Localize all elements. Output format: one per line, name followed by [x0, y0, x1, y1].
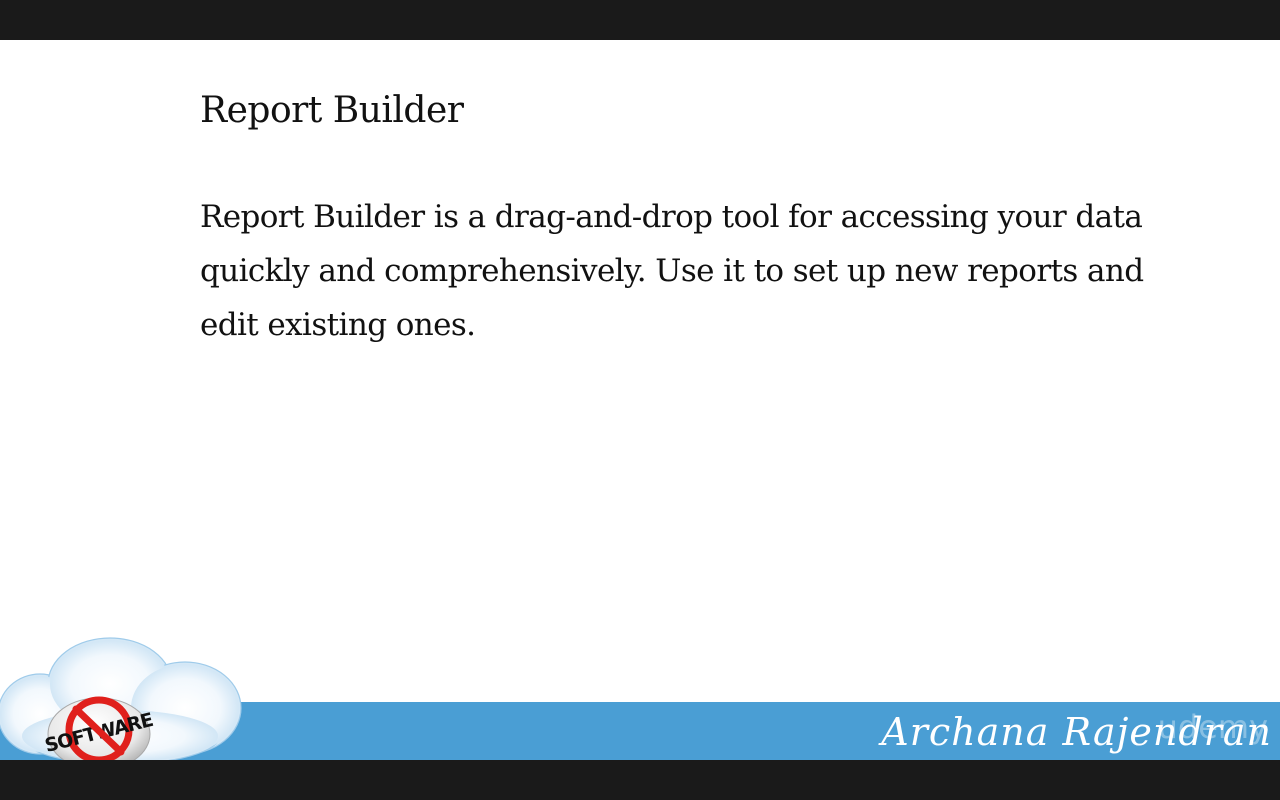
- slide-title: Report Builder: [200, 90, 464, 131]
- slide: Report Builder Report Builder is a drag-…: [0, 40, 1280, 760]
- slide-body-text: Report Builder is a drag-and-drop tool f…: [200, 199, 1144, 343]
- letterbox-top: [0, 0, 1280, 40]
- letterbox-bottom: [0, 760, 1280, 800]
- no-software-cloud-logo: SOFTWARE: [0, 637, 242, 760]
- author-signature: Archana Rajendran: [881, 710, 1272, 754]
